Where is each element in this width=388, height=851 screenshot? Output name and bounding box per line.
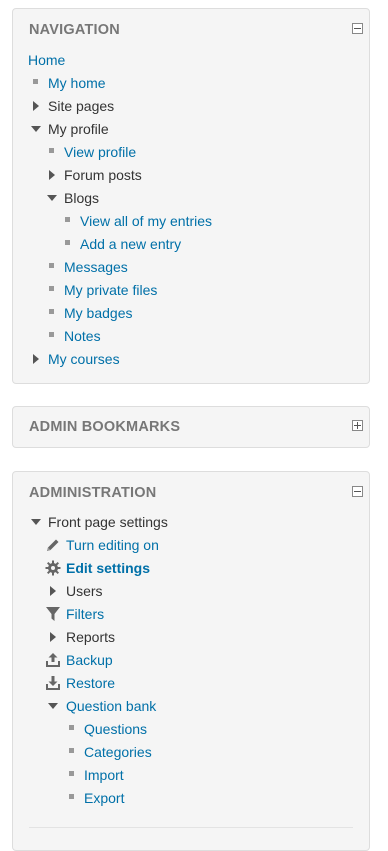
nav-my-courses-link[interactable]: My courses	[48, 349, 120, 369]
nav-view-all-entries-link[interactable]: View all of my entries	[80, 211, 212, 231]
navigation-block: NAVIGATION Home My home Site pages My pr…	[12, 8, 370, 384]
chevron-down-icon[interactable]	[31, 126, 41, 132]
nav-private-files-link[interactable]: My private files	[64, 280, 157, 300]
bullet-icon	[69, 748, 74, 753]
bullet-icon	[69, 771, 74, 776]
backup-icon	[46, 653, 60, 667]
nav-forum-posts-label[interactable]: Forum posts	[64, 165, 142, 185]
admin-import-link[interactable]: Import	[84, 765, 124, 785]
divider	[29, 827, 353, 828]
nav-my-home-link[interactable]: My home	[48, 73, 106, 93]
admin-restore-link[interactable]: Restore	[66, 673, 115, 693]
admin-turn-editing-on-link[interactable]: Turn editing on	[66, 535, 159, 555]
admin-backup-link[interactable]: Backup	[66, 650, 113, 670]
bullet-icon	[65, 240, 70, 245]
bullet-icon	[33, 79, 38, 84]
administration-title: ADMINISTRATION	[29, 485, 157, 501]
chevron-right-icon[interactable]	[33, 101, 39, 111]
chevron-down-icon[interactable]	[31, 519, 41, 525]
nav-add-new-entry-link[interactable]: Add a new entry	[80, 234, 181, 254]
admin-filters-link[interactable]: Filters	[66, 604, 104, 624]
chevron-right-icon[interactable]	[50, 586, 56, 596]
nav-notes-link[interactable]: Notes	[64, 326, 101, 346]
filter-icon	[46, 607, 60, 621]
admin-bookmarks-title: ADMIN BOOKMARKS	[29, 419, 181, 435]
chevron-right-icon[interactable]	[33, 354, 39, 364]
bullet-icon	[49, 148, 54, 153]
admin-categories-link[interactable]: Categories	[84, 742, 152, 762]
navigation-title: NAVIGATION	[29, 22, 120, 38]
nav-my-badges-link[interactable]: My badges	[64, 303, 132, 323]
chevron-right-icon[interactable]	[49, 170, 55, 180]
bullet-icon	[49, 263, 54, 268]
bullet-icon	[69, 794, 74, 799]
admin-edit-settings-link[interactable]: Edit settings	[66, 558, 150, 578]
restore-icon	[46, 676, 60, 690]
bullet-icon	[69, 725, 74, 730]
administration-block: ADMINISTRATION Front page settings Turn …	[12, 471, 370, 851]
minus-toggle-icon[interactable]	[352, 23, 363, 34]
admin-bookmarks-block: ADMIN BOOKMARKS	[12, 406, 370, 448]
nav-blogs-label[interactable]: Blogs	[64, 188, 99, 208]
chevron-down-icon[interactable]	[48, 703, 58, 709]
admin-users-label[interactable]: Users	[66, 581, 103, 601]
chevron-right-icon[interactable]	[50, 632, 56, 642]
nav-messages-link[interactable]: Messages	[64, 257, 128, 277]
admin-reports-label[interactable]: Reports	[66, 627, 115, 647]
pencil-icon	[47, 539, 59, 551]
plus-toggle-icon[interactable]	[352, 420, 363, 431]
bullet-icon	[49, 309, 54, 314]
chevron-down-icon[interactable]	[47, 195, 57, 201]
nav-site-pages-label[interactable]: Site pages	[48, 96, 114, 116]
nav-home-link[interactable]: Home	[28, 50, 65, 70]
admin-export-link[interactable]: Export	[84, 788, 124, 808]
admin-question-bank-link[interactable]: Question bank	[66, 696, 156, 716]
bullet-icon	[49, 332, 54, 337]
bullet-icon	[65, 217, 70, 222]
nav-my-profile-label[interactable]: My profile	[48, 119, 109, 139]
gear-icon	[45, 560, 61, 576]
nav-view-profile-link[interactable]: View profile	[64, 142, 136, 162]
admin-questions-link[interactable]: Questions	[84, 719, 147, 739]
bullet-icon	[49, 286, 54, 291]
admin-front-page-settings-label[interactable]: Front page settings	[48, 512, 168, 532]
minus-toggle-icon[interactable]	[352, 486, 363, 497]
